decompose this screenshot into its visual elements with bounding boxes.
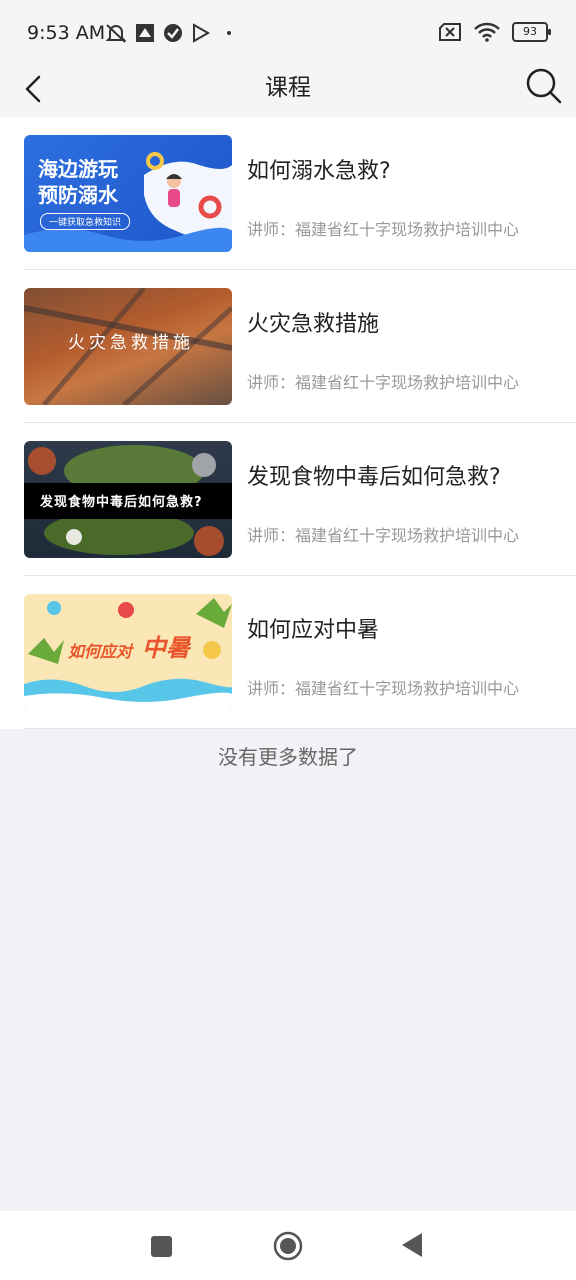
- battery-indicator: 93: [512, 22, 551, 42]
- course-thumbnail-heatstroke: 如何应对 中暑: [24, 594, 232, 711]
- thumbnail-text2: 中暑: [142, 634, 190, 662]
- nav-back-icon[interactable]: [401, 1232, 423, 1258]
- course-item[interactable]: 如何应对 中暑 如何应对中暑 讲师：福建省红十字现场救护培训中心: [0, 576, 576, 729]
- course-thumbnail-fire: 火灾急救措施: [24, 288, 232, 405]
- app-notification-icon: [136, 24, 154, 42]
- play-store-icon: [193, 23, 211, 43]
- course-title: 火灾急救措施: [247, 312, 380, 337]
- course-item[interactable]: 火灾急救措施 火灾急救措施 讲师：福建省红十字现场救护培训中心: [0, 270, 576, 423]
- course-thumbnail-drowning: 海边游玩 预防溺水 一键获取急救知识: [24, 135, 232, 252]
- thumbnail-line2: 预防溺水: [38, 183, 118, 207]
- more-notifications-dot-icon: [227, 31, 231, 35]
- recent-apps-icon[interactable]: [151, 1236, 172, 1257]
- course-title: 如何应对中暑: [247, 618, 380, 643]
- course-title: 如何溺水急救?: [247, 159, 391, 184]
- status-time: 9:53 AM: [27, 22, 106, 44]
- thumbnail-line1: 海边游玩: [38, 157, 118, 181]
- mute-bell-icon: [105, 24, 127, 43]
- no-sim-icon: [439, 23, 461, 41]
- thumbnail-text: 火灾急救措施: [68, 333, 194, 353]
- check-circle-icon: [164, 24, 182, 42]
- thumbnail-text: 发现食物中毒后如何急救?: [40, 495, 203, 510]
- course-item[interactable]: 发现食物中毒后如何急救? 发现食物中毒后如何急救? 讲师：福建省红十字现场救护培…: [0, 423, 576, 576]
- course-thumbnail-food-poisoning: 发现食物中毒后如何急救?: [24, 441, 232, 558]
- system-icons: 93: [438, 22, 551, 42]
- course-teacher: 讲师：福建省红十字现场救护培训中心: [247, 679, 520, 698]
- course-list: 海边游玩 预防溺水 一键获取急救知识 如何溺水急救? 讲师：福建省红十字现场救护…: [0, 117, 576, 729]
- home-icon[interactable]: [273, 1231, 303, 1261]
- course-teacher: 讲师：福建省红十字现场救护培训中心: [247, 220, 520, 239]
- no-more-data-text: 没有更多数据了: [218, 745, 358, 769]
- system-nav-bar: [0, 1211, 576, 1280]
- course-item[interactable]: 海边游玩 预防溺水 一键获取急救知识 如何溺水急救? 讲师：福建省红十字现场救护…: [0, 117, 576, 270]
- page-title: 课程: [265, 75, 311, 101]
- notification-icons: [105, 22, 231, 44]
- course-teacher: 讲师：福建省红十字现场救护培训中心: [247, 373, 520, 392]
- wifi-icon: [474, 22, 500, 42]
- app-header: 课程: [0, 64, 576, 117]
- thumbnail-text1: 如何应对: [68, 642, 133, 661]
- search-icon[interactable]: [524, 66, 564, 106]
- thumbnail-tag: 一键获取急救知识: [40, 213, 131, 230]
- status-bar: 9:53 AM 93: [0, 0, 576, 64]
- course-teacher: 讲师：福建省红十字现场救护培训中心: [247, 526, 520, 545]
- course-title: 发现食物中毒后如何急救?: [247, 465, 501, 490]
